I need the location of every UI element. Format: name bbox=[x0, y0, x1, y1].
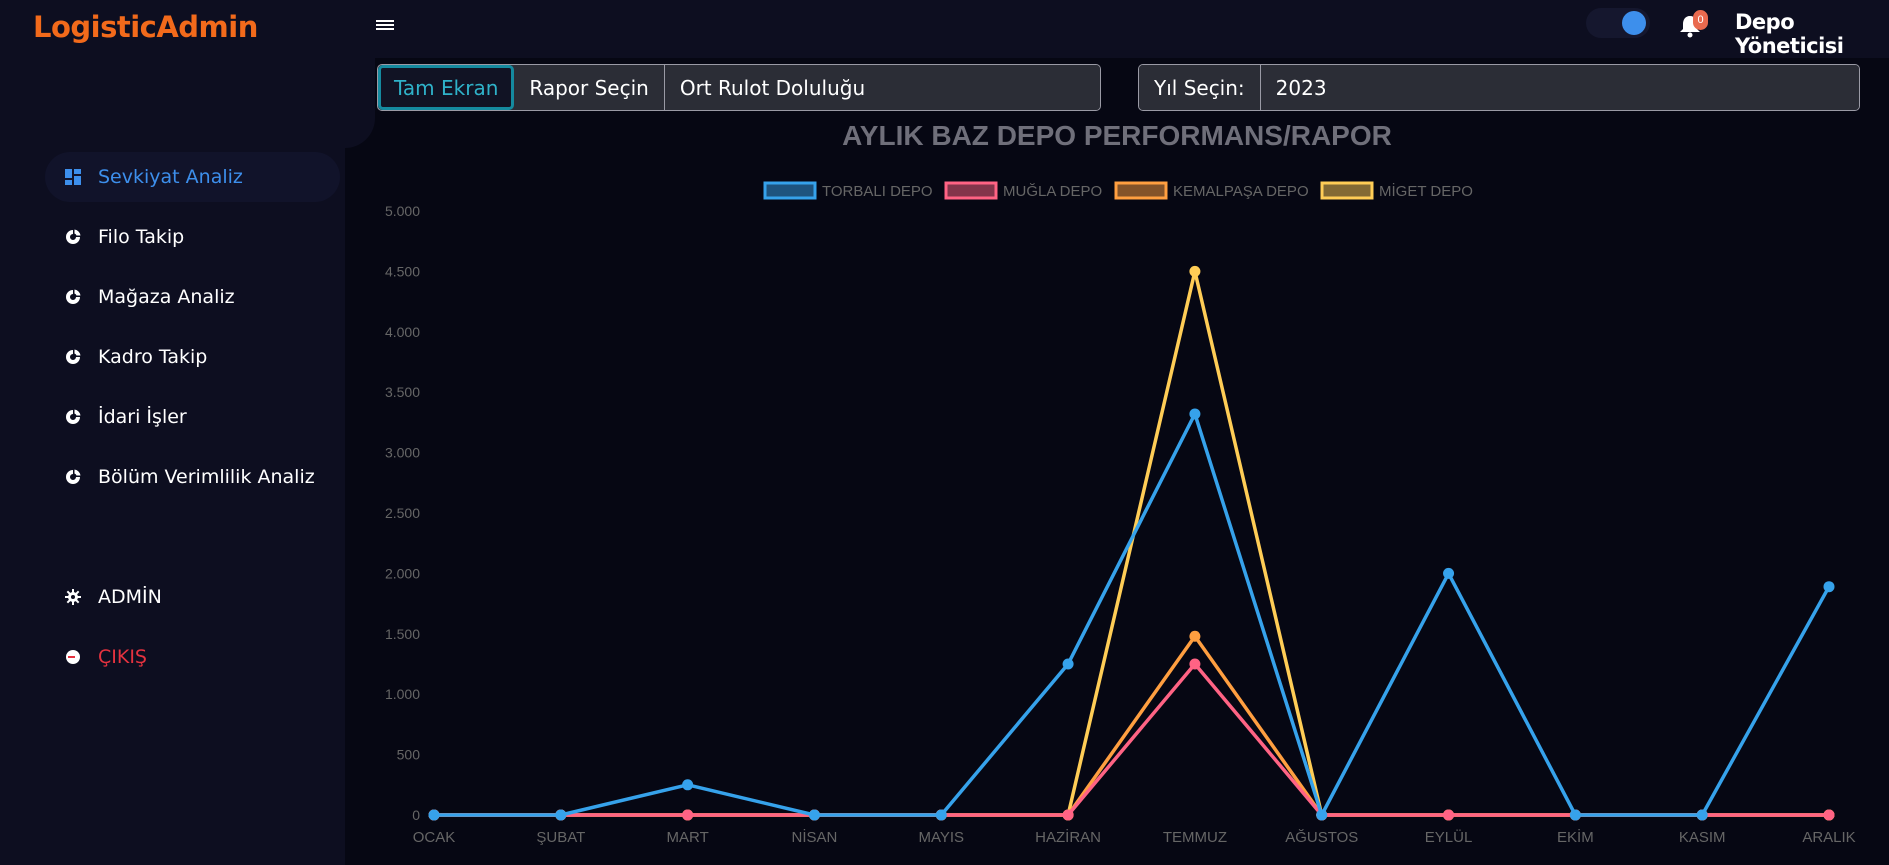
x-tick-label: ŞUBAT bbox=[536, 829, 585, 846]
legend-swatch bbox=[1114, 181, 1168, 200]
data-point bbox=[1062, 658, 1074, 670]
legend-swatch bbox=[763, 181, 817, 200]
x-tick-label: TEMMUZ bbox=[1163, 829, 1227, 846]
legend-label: KEMALPAŞA DEPO bbox=[1173, 183, 1309, 200]
x-tick-label: ARALIK bbox=[1802, 829, 1855, 846]
x-tick-label: MART bbox=[667, 829, 709, 846]
y-tick-label: 1.000 bbox=[385, 686, 420, 702]
y-tick-label: 3.500 bbox=[385, 384, 420, 400]
x-tick-label: KASIM bbox=[1679, 829, 1726, 846]
series-line bbox=[434, 269, 1829, 817]
data-point bbox=[1189, 658, 1201, 670]
legend-label: TORBALI DEPO bbox=[822, 183, 933, 200]
y-tick-label: 4.000 bbox=[385, 324, 420, 340]
series-line bbox=[434, 412, 1831, 817]
y-tick-label: 2.500 bbox=[385, 505, 420, 521]
x-tick-label: OCAK bbox=[413, 829, 456, 846]
x-tick-label: EKİM bbox=[1557, 828, 1594, 846]
y-tick-label: 500 bbox=[397, 747, 421, 763]
data-point bbox=[555, 809, 567, 821]
data-point bbox=[1823, 809, 1835, 821]
y-tick-label: 4.500 bbox=[385, 263, 420, 279]
data-point bbox=[1189, 408, 1201, 420]
data-point bbox=[1189, 265, 1201, 277]
y-tick-label: 3.000 bbox=[385, 445, 420, 461]
y-tick-label: 5.000 bbox=[385, 203, 420, 219]
y-tick-label: 1.500 bbox=[385, 626, 420, 642]
y-tick-label: 2.000 bbox=[385, 565, 420, 581]
x-tick-label: HAZİRAN bbox=[1035, 828, 1101, 846]
data-point bbox=[682, 779, 694, 791]
x-tick-label: EYLÜL bbox=[1425, 828, 1473, 846]
data-point bbox=[1569, 809, 1581, 821]
x-tick-label: NİSAN bbox=[792, 828, 838, 846]
data-point bbox=[428, 809, 440, 821]
data-point bbox=[1443, 809, 1455, 821]
series-line bbox=[434, 634, 1829, 817]
data-point bbox=[1696, 809, 1708, 821]
data-point bbox=[1062, 809, 1074, 821]
x-tick-label: MAYIS bbox=[918, 829, 964, 846]
series-line bbox=[434, 662, 1829, 817]
legend-label: MUĞLA DEPO bbox=[1003, 183, 1102, 200]
legend-swatch bbox=[1320, 181, 1374, 200]
legend-swatch bbox=[944, 181, 998, 200]
y-tick-label: 0 bbox=[412, 807, 420, 823]
data-point bbox=[1823, 581, 1835, 593]
line-chart: TORBALI DEPO MUĞLA DEPO KEMALPAŞA DEPO MİGE… bbox=[385, 181, 1856, 846]
data-point bbox=[1316, 809, 1328, 821]
data-point bbox=[682, 809, 694, 821]
legend-label: MİGET DEPO bbox=[1379, 182, 1473, 200]
data-point bbox=[808, 809, 820, 821]
x-tick-label: AĞUSTOS bbox=[1285, 829, 1358, 846]
data-point bbox=[1443, 567, 1455, 579]
data-point bbox=[935, 809, 947, 821]
data-point bbox=[1189, 630, 1201, 642]
